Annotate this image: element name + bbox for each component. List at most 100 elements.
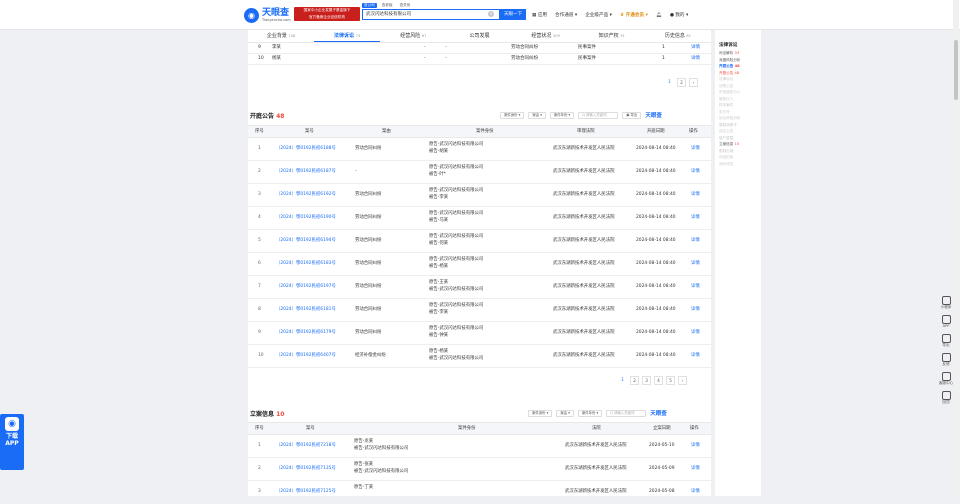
case-count: 1	[662, 56, 665, 61]
filing-search-input[interactable]: Q 请输入关键词	[606, 409, 647, 417]
row-number: 4	[258, 215, 261, 220]
anchor-label: 限制消费令	[719, 122, 737, 127]
detail-link[interactable]: 详情	[691, 330, 700, 336]
filter-year[interactable]: 案件年份 ▾	[549, 111, 575, 119]
tab-intellectual-property[interactable]: 知识产权 91	[579, 30, 645, 42]
case-number-link[interactable]: （2024）鄂0192民初6194号	[276, 238, 336, 244]
detail-link[interactable]: 详情	[691, 43, 700, 53]
tab-history[interactable]: 历史信息 81	[645, 30, 711, 42]
anchor-item[interactable]: 询价评估	[715, 161, 761, 168]
search-input[interactable]: 武汉闪达科技有限公司	[362, 9, 500, 20]
search-tab-boss[interactable]: 查老板	[380, 3, 395, 8]
mini-program-icon	[941, 296, 951, 305]
case-number-link[interactable]: （2024）鄂0192民初6181号	[276, 307, 336, 313]
filter-party-role[interactable]: 案件身份 ▾	[528, 409, 553, 417]
tab-business-status[interactable]: 经营状况 309	[513, 30, 579, 42]
nav-user[interactable]: ● 我的 ▾	[670, 12, 688, 18]
page-1[interactable]: 1	[665, 78, 674, 87]
case-number-link[interactable]: （2024）鄂0192民初6187号	[276, 169, 336, 175]
case-number-link[interactable]: （2024）鄂0192民初7135号	[276, 466, 336, 472]
detail-link[interactable]: 详情	[691, 169, 700, 175]
case-number-link[interactable]: （2024）鄂0192民初6197号	[276, 284, 336, 290]
case-number-link[interactable]: （2024）鄂0192民初6183号	[276, 261, 336, 267]
export-button[interactable]: ▣ 导出	[622, 111, 642, 119]
defendant: 被告-李某	[429, 310, 449, 315]
filter-year[interactable]: 案件年份 ▾	[577, 409, 603, 417]
detail-link[interactable]: 详情	[691, 466, 700, 472]
table-row: 6 （2024）鄂0192民初6183号 劳动合同纠纷 原告-武汉闪达科技有限公司 被告…	[248, 253, 711, 276]
table-row: 2 （2024）鄂0192民初7135号 原告-张某 被告-武汉闪达科技有限公司 武汉东…	[248, 458, 711, 481]
cell-dash: -	[445, 56, 447, 61]
table-row: 5 （2024）鄂0192民初6194号 劳动合同纠纷 原告-武汉闪达科技有限公司 被告…	[248, 230, 711, 253]
tab-company-development[interactable]: 公司发展	[446, 30, 512, 42]
qr-code-icon	[941, 334, 951, 343]
detail-link[interactable]: 详情	[691, 489, 700, 495]
clear-search-icon[interactable]: ×	[488, 11, 494, 17]
filter-cause[interactable]: 案由 ▾	[528, 111, 546, 119]
filing-title: 立案信息	[250, 411, 275, 418]
filing-date: 2024-05-10	[649, 443, 675, 448]
nav-enterprise-products[interactable]: 企业级产品 ▾	[585, 12, 612, 18]
case-number-link[interactable]: （2024）鄂0192民初6407号	[276, 353, 336, 359]
anchor-label: 法院公告	[719, 83, 734, 88]
detail-link[interactable]: 详情	[691, 353, 700, 359]
tab-business-risk[interactable]: 经营风险 67	[380, 30, 446, 42]
hearing-date: 2024-08-14 08:40	[636, 146, 676, 151]
page-5[interactable]: 5	[666, 376, 675, 385]
col-party-role: 案件身份	[476, 129, 494, 134]
case-number-link[interactable]: （2024）鄂0192民初6192号	[276, 192, 336, 198]
detail-link[interactable]: 详情	[691, 307, 700, 313]
download-app-widget[interactable]: ◉ 下载 APP	[0, 414, 24, 470]
case-number-link[interactable]: （2024）鄂0192民初7125号	[276, 489, 336, 495]
defendant: 被告-杨某	[429, 264, 449, 269]
hearing-pager: 1 2 3 4 5 ›	[618, 376, 687, 385]
row-number: 2	[258, 466, 261, 471]
page-3[interactable]: 3	[642, 376, 651, 385]
next-page[interactable]: ›	[689, 78, 698, 87]
nav-apps[interactable]: ▦ 应用	[532, 12, 547, 18]
case-cause: 劳动合同纠纷	[355, 284, 382, 289]
banner-ad[interactable]: 国家中小企业发展子基金旗下 官方备案企业征信机构	[294, 7, 360, 21]
detail-link[interactable]: 详情	[691, 54, 700, 64]
tab-enterprise-background[interactable]: 企业背景 108	[248, 30, 314, 42]
tab-count: 67	[421, 34, 427, 38]
nav-vip[interactable]: ♛ 开通会员 ▾	[620, 12, 648, 18]
detail-link[interactable]: 详情	[691, 146, 700, 152]
site-logo[interactable]: ◉ 天眼查 Tianyancha.com	[244, 5, 294, 25]
search-tab-company[interactable]: 查公司	[362, 3, 377, 8]
download-label: 下载	[5, 433, 18, 440]
page-2[interactable]: 2	[630, 376, 639, 385]
filing-toolbar: 案件身份 ▾ 案由 ▾ 案件年份 ▾ Q 请输入关键词 天眼查	[528, 409, 667, 417]
page-scrollbar[interactable]	[953, 0, 959, 496]
anchor-label: 失信被执行人	[719, 90, 741, 94]
next-page[interactable]: ›	[678, 376, 687, 385]
case-number-link[interactable]: （2024）鄂0192民初6179号	[276, 330, 336, 336]
case-number-link[interactable]: （2024）鄂0192民初7218号	[276, 443, 336, 449]
scrollbar-thumb[interactable]	[954, 40, 958, 100]
filter-party-role[interactable]: 案件身份 ▾	[500, 111, 525, 119]
col-case-number: 案号	[305, 129, 314, 134]
page-4[interactable]: 4	[654, 376, 663, 385]
tab-label: 法律诉讼	[334, 33, 355, 39]
search-tab-relation[interactable]: 查关系	[398, 3, 413, 8]
case-number-link[interactable]: （2024）鄂0192民初6190号	[276, 215, 336, 221]
detail-link[interactable]: 详情	[691, 192, 700, 198]
plaintiff: 原告-武汉闪达科技有限公司	[429, 234, 484, 239]
page-2[interactable]: 2	[677, 78, 686, 87]
page-1[interactable]: 1	[618, 376, 627, 385]
tab-legal-litigation[interactable]: 法律诉讼 74	[314, 30, 381, 42]
detail-link[interactable]: 详情	[691, 215, 700, 221]
case-number-link[interactable]: （2024）鄂0192民初6188号	[276, 146, 336, 152]
case-cause: 劳动合同纠纷	[355, 261, 382, 266]
detail-link[interactable]: 详情	[691, 238, 700, 244]
search-button[interactable]: 天眼一下	[500, 9, 526, 20]
col-court: 审理法院	[577, 129, 595, 134]
nav-bell-icon[interactable]: 🔔︎	[656, 13, 662, 18]
detail-link[interactable]: 详情	[691, 443, 700, 449]
detail-link[interactable]: 详情	[691, 284, 700, 290]
detail-link[interactable]: 详情	[691, 261, 700, 267]
hearing-search-input[interactable]: Q 请输入关键词	[578, 111, 619, 119]
filter-cause[interactable]: 案由 ▾	[556, 409, 574, 417]
nav-cooperation[interactable]: 合作通道 ▾	[555, 12, 577, 18]
feedback-icon	[941, 353, 951, 362]
